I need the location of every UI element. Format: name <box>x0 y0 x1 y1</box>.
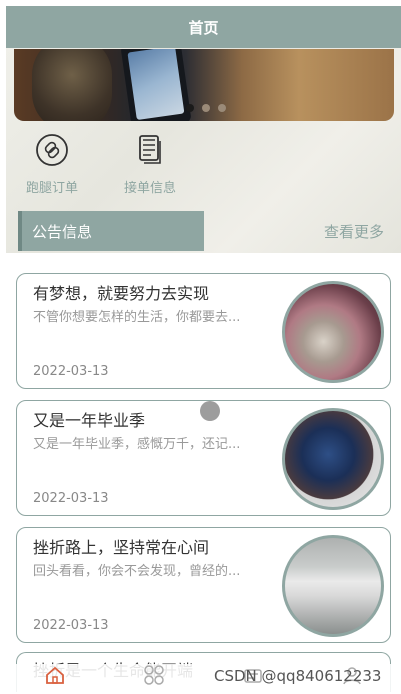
card-description: 不管你想要怎样的生活，你都要去... <box>33 310 241 325</box>
card-title: 挫折路上，坚持常在心间 <box>33 538 210 557</box>
card-description: 又是一年毕业季，感慨万千，还记... <box>33 437 241 452</box>
tab-home[interactable] <box>35 664 75 686</box>
quick-action-errand-orders[interactable]: 跑腿订单 <box>26 133 78 196</box>
page-header: 首页 <box>6 6 401 48</box>
banner-cup-image <box>32 49 112 121</box>
notice-card[interactable]: 挫折路上，坚持常在心间 回头看看，你会不会发现，曾经的... 2022-03-1… <box>16 527 391 643</box>
banner-phone-image <box>120 49 192 121</box>
card-thumbnail <box>282 281 384 383</box>
document-icon <box>139 135 161 164</box>
carousel-indicator <box>186 104 226 112</box>
quick-action-label: 跑腿订单 <box>26 181 79 196</box>
carousel-dot[interactable] <box>218 104 226 112</box>
notice-section-title: 公告信息 <box>18 211 204 251</box>
touch-cursor <box>200 401 220 421</box>
card-thumbnail <box>282 535 384 637</box>
quick-action-label: 接单信息 <box>124 181 177 196</box>
card-title: 有梦想，就要努力去实现 <box>33 284 210 303</box>
card-description: 回头看看，你会不会发现，曾经的... <box>33 564 241 579</box>
card-title: 又是一年毕业季 <box>33 411 146 430</box>
quick-action-order-info[interactable]: 接单信息 <box>124 133 176 196</box>
card-date: 2022-03-13 <box>33 618 109 633</box>
home-icon <box>46 666 65 684</box>
card-date: 2022-03-13 <box>33 491 109 506</box>
carousel-dot[interactable] <box>202 104 210 112</box>
card-date: 2022-03-13 <box>33 364 109 379</box>
notice-card[interactable]: 有梦想，就要努力去实现 不管你想要怎样的生活，你都要去... 2022-03-1… <box>16 273 391 389</box>
link-icon <box>36 134 68 166</box>
notice-title: 公告信息 <box>32 222 93 241</box>
view-more-link[interactable]: 查看更多 <box>324 221 384 242</box>
card-thumbnail <box>282 408 384 510</box>
page-title: 首页 <box>188 18 219 37</box>
csdn-watermark: CSDN @qq840612233 <box>214 667 382 685</box>
carousel-dot-active[interactable] <box>186 104 194 112</box>
category-icon <box>144 665 164 685</box>
tab-category[interactable] <box>134 664 174 686</box>
